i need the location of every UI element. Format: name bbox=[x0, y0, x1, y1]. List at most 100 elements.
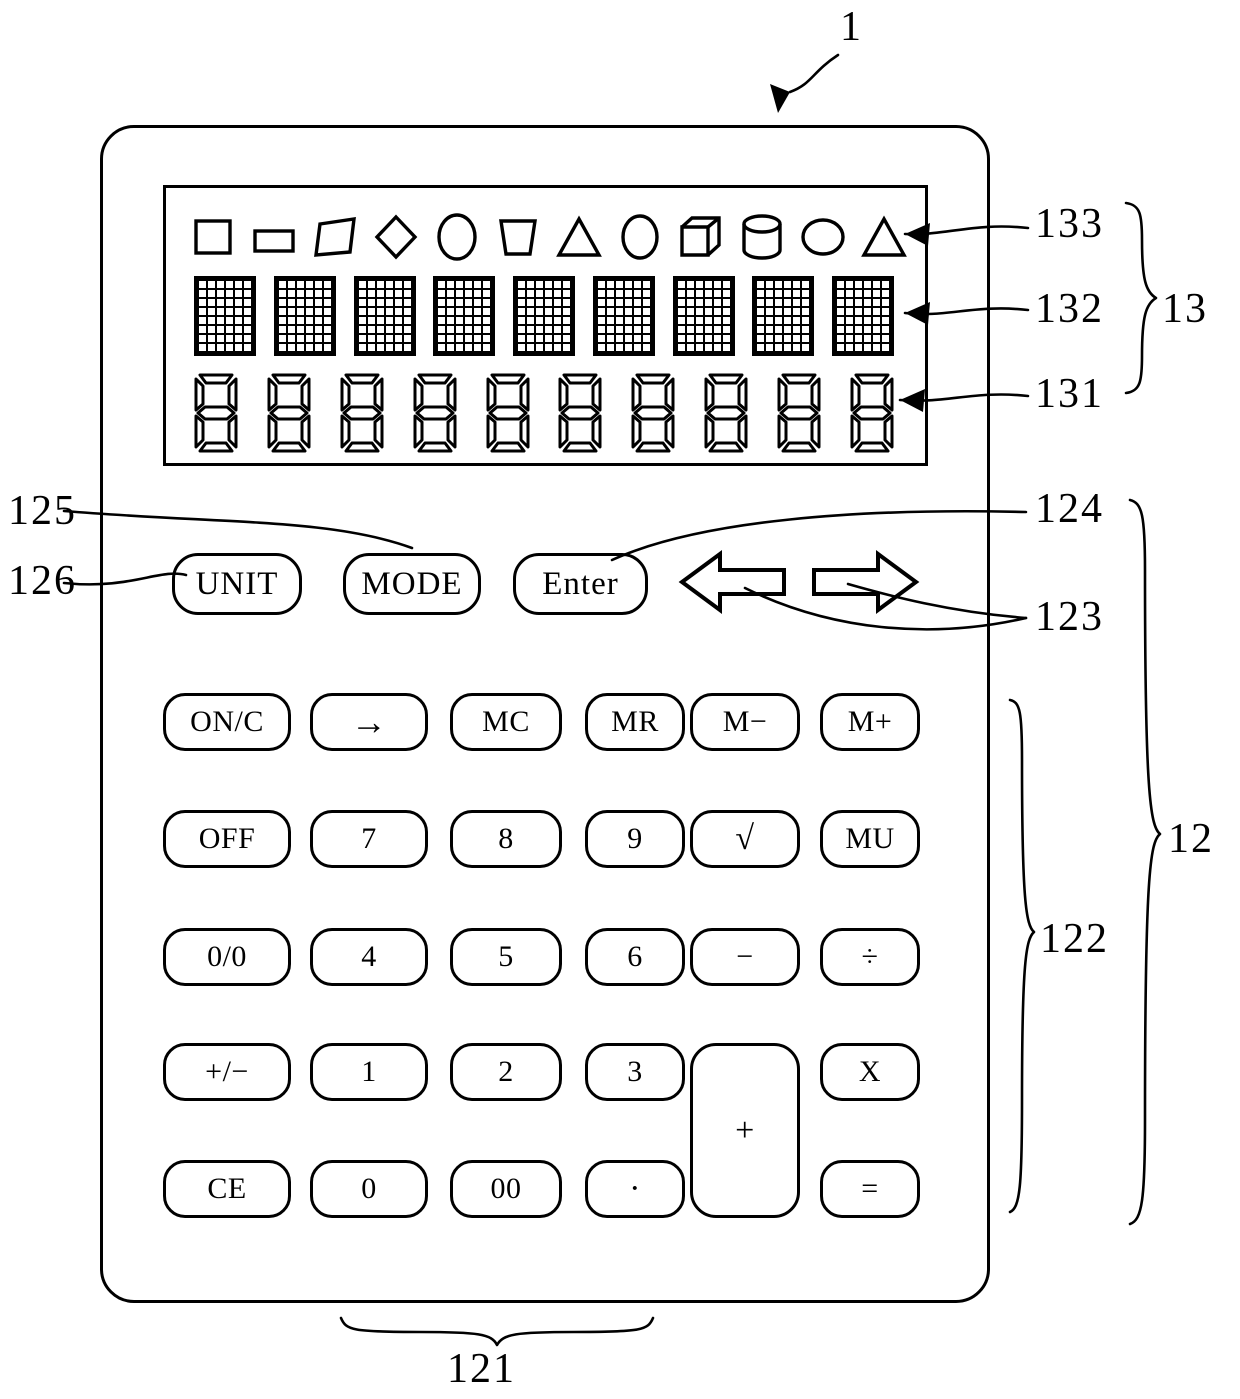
key-square-root[interactable]: √ bbox=[690, 810, 800, 868]
matrix-dot bbox=[225, 325, 234, 334]
matrix-dot bbox=[854, 334, 863, 343]
matrix-dot bbox=[473, 289, 483, 298]
matrix-dot bbox=[863, 325, 872, 334]
key-digit-9[interactable]: 9 bbox=[585, 810, 685, 868]
key-multiply[interactable]: X bbox=[820, 1043, 920, 1101]
matrix-dot bbox=[437, 298, 447, 307]
matrix-dot bbox=[446, 289, 456, 298]
key-memory-recall[interactable]: MR bbox=[585, 693, 685, 751]
matrix-dot bbox=[207, 289, 216, 298]
key-digit-2[interactable]: 2 bbox=[450, 1043, 562, 1101]
matrix-dot bbox=[605, 316, 615, 325]
matrix-dot bbox=[756, 280, 766, 289]
matrix-dot bbox=[801, 298, 811, 307]
key-label: 8 bbox=[498, 822, 514, 855]
matrix-dot bbox=[357, 325, 367, 334]
key-minus[interactable]: − bbox=[690, 928, 800, 986]
key-divide[interactable]: ÷ bbox=[820, 928, 920, 986]
key-digit-8[interactable]: 8 bbox=[450, 810, 562, 868]
matrix-dot bbox=[632, 307, 642, 316]
unit-button[interactable]: UNIT bbox=[172, 553, 302, 615]
key-digit-4[interactable]: 4 bbox=[310, 928, 428, 986]
key-backspace-arrow[interactable]: → bbox=[310, 693, 428, 751]
matrix-dot bbox=[703, 325, 713, 334]
matrix-dot bbox=[313, 325, 323, 334]
key-clear-entry[interactable]: CE bbox=[163, 1160, 291, 1218]
ref-enter: 124 bbox=[1035, 486, 1104, 532]
matrix-dot bbox=[375, 307, 385, 316]
matrix-dot bbox=[605, 343, 615, 352]
seven-segment-digit bbox=[263, 371, 319, 453]
unit-button-label: UNIT bbox=[195, 565, 279, 602]
matrix-dot bbox=[863, 289, 872, 298]
key-memory-minus[interactable]: M− bbox=[690, 693, 800, 751]
key-sign-change[interactable]: +/− bbox=[163, 1043, 291, 1101]
key-label: = bbox=[861, 1172, 879, 1205]
matrix-dot bbox=[721, 280, 731, 289]
matrix-dot bbox=[694, 289, 704, 298]
shape-icon-circle bbox=[796, 212, 850, 262]
matrix-dot bbox=[623, 316, 633, 325]
key-memory-plus[interactable]: M+ bbox=[820, 693, 920, 751]
key-digit-5[interactable]: 5 bbox=[450, 928, 562, 986]
key-decimal-point[interactable]: · bbox=[585, 1160, 685, 1218]
key-digit-3[interactable]: 3 bbox=[585, 1043, 685, 1101]
key-label: 0 bbox=[361, 1172, 377, 1205]
matrix-dot bbox=[676, 307, 686, 316]
left-arrow-button[interactable] bbox=[678, 548, 788, 621]
matrix-dot bbox=[295, 334, 305, 343]
matrix-dot bbox=[721, 325, 731, 334]
matrix-dot bbox=[446, 298, 456, 307]
key-digit-0[interactable]: 0 bbox=[310, 1160, 428, 1218]
right-arrow-button[interactable] bbox=[808, 548, 920, 621]
matrix-dot bbox=[366, 343, 376, 352]
matrix-dot bbox=[357, 334, 367, 343]
ref-display-group: 13 bbox=[1162, 286, 1208, 332]
key-percent[interactable]: 0/0 bbox=[163, 928, 291, 986]
matrix-dot bbox=[553, 307, 562, 316]
matrix-dot bbox=[198, 343, 207, 352]
matrix-dot bbox=[216, 307, 225, 316]
matrix-dot bbox=[845, 289, 854, 298]
matrix-dot bbox=[482, 334, 492, 343]
matrix-dot bbox=[384, 298, 394, 307]
matrix-dot bbox=[632, 289, 642, 298]
matrix-dot bbox=[384, 289, 394, 298]
matrix-dot bbox=[676, 289, 686, 298]
seven-segment-digit bbox=[700, 371, 756, 453]
matrix-dot bbox=[277, 325, 287, 334]
matrix-dot bbox=[605, 307, 615, 316]
key-digit-double-zero[interactable]: 00 bbox=[450, 1160, 562, 1218]
matrix-dot bbox=[676, 334, 686, 343]
key-digit-7[interactable]: 7 bbox=[310, 810, 428, 868]
matrix-dot bbox=[446, 325, 456, 334]
matrix-dot bbox=[544, 289, 553, 298]
key-markup[interactable]: MU bbox=[820, 810, 920, 868]
matrix-dot bbox=[694, 316, 704, 325]
matrix-dot bbox=[393, 307, 403, 316]
matrix-dot bbox=[605, 334, 615, 343]
key-plus[interactable]: + bbox=[690, 1043, 800, 1218]
key-digit-1[interactable]: 1 bbox=[310, 1043, 428, 1101]
matrix-dot bbox=[437, 316, 447, 325]
matrix-dot bbox=[614, 298, 624, 307]
key-on-clear[interactable]: ON/C bbox=[163, 693, 291, 751]
matrix-dot bbox=[464, 280, 474, 289]
matrix-dot bbox=[393, 334, 403, 343]
key-digit-6[interactable]: 6 bbox=[585, 928, 685, 986]
matrix-dot bbox=[384, 280, 394, 289]
matrix-dot bbox=[322, 325, 332, 334]
key-memory-clear[interactable]: MC bbox=[450, 693, 562, 751]
matrix-dot bbox=[676, 325, 686, 334]
matrix-dot bbox=[322, 280, 332, 289]
key-off[interactable]: OFF bbox=[163, 810, 291, 868]
key-label: 1 bbox=[361, 1055, 377, 1088]
enter-button[interactable]: Enter bbox=[513, 553, 648, 615]
seven-segment-digit bbox=[482, 371, 538, 453]
key-equals[interactable]: = bbox=[820, 1160, 920, 1218]
matrix-dot bbox=[553, 325, 562, 334]
key-label: − bbox=[736, 940, 754, 973]
mode-button[interactable]: MODE bbox=[343, 553, 481, 615]
matrix-dot bbox=[393, 298, 403, 307]
matrix-dot bbox=[526, 325, 535, 334]
